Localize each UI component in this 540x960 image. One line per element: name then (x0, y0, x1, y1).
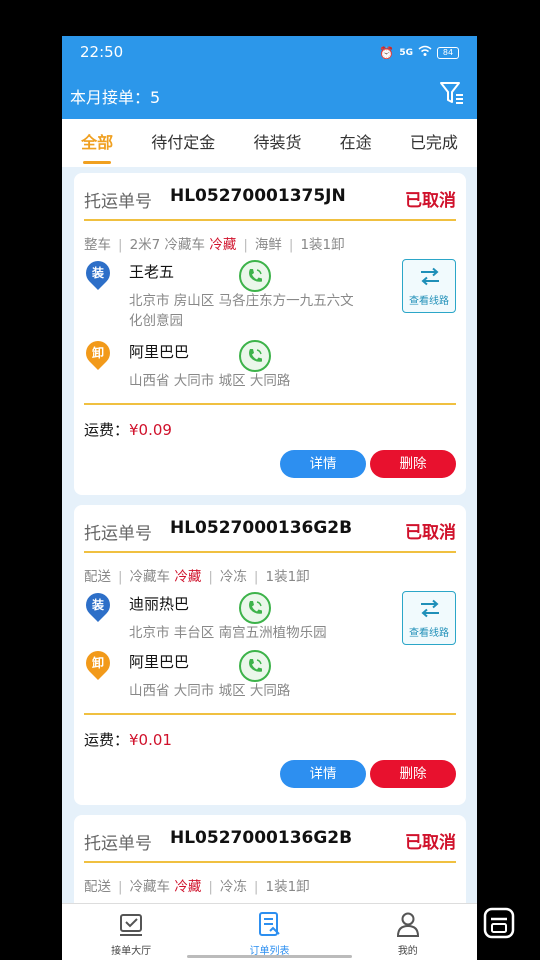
tab-pending-deposit[interactable]: 待付定金 (151, 129, 215, 157)
nav-item-order-list[interactable]: 订单列表 (200, 904, 338, 960)
nav-label: 接单大厅 (111, 946, 152, 957)
order-card[interactable]: 托运单号 HL0527000136G2B 已取消 配送 | 冷藏车 冷藏 | 冷冻 | 1装… (74, 505, 466, 805)
order-status: 已取消 (405, 191, 456, 211)
tab-pending-loading[interactable]: 待装货 (253, 129, 301, 157)
load-badge-icon: 装 (81, 588, 115, 622)
unloader-name: 阿里巴巴 (129, 343, 190, 361)
loader-name: 王老五 (129, 263, 175, 281)
tag-type: 配送 (84, 879, 111, 895)
order-number: HL0527000136G2B (170, 518, 353, 538)
freight-info: 运费：¥0.01 (84, 731, 172, 749)
call-unloader-phone-icon[interactable] (239, 340, 271, 372)
order-list[interactable]: 托运单号 HL05270001375JN 已取消 整车 | 2米7 冷藏车 冷藏 | 海… (62, 167, 477, 903)
order-status: 已取消 (405, 833, 456, 853)
home-indicator (187, 955, 352, 958)
load-badge-icon: 装 (81, 256, 115, 290)
tag-goods: 海鲜 (254, 237, 282, 253)
card-header: 托运单号 HL0527000136G2B 已取消 (84, 515, 456, 553)
view-route-label: 查看线路 (409, 628, 449, 639)
unloader-address: 山西省 大同市 城区 大同路 (129, 373, 291, 389)
order-number: HL05270001375JN (170, 186, 346, 206)
freight-info: 运费：¥0.09 (84, 421, 172, 439)
profile-icon (396, 912, 419, 937)
nav-item-profile[interactable]: 我的 (339, 904, 477, 960)
app-screen: 22:50 ⏰ 5G 84 本月接单：5 全部 待付定金 待装货 在途 已完成 … (62, 36, 477, 960)
tag-vehicle: 冷藏车 (129, 569, 171, 585)
tag-temperature: 冷藏 (174, 879, 202, 895)
tag-type: 配送 (84, 569, 111, 585)
tag-stops: 1装1卸 (300, 237, 345, 253)
delete-button[interactable]: 删除 (370, 760, 456, 788)
unload-badge-icon: 卸 (81, 336, 115, 370)
wifi-icon (418, 45, 432, 60)
tag-goods: 冷冻 (219, 569, 247, 585)
order-number: HL0527000136G2B (170, 828, 353, 848)
tab-in-transit[interactable]: 在途 (340, 129, 372, 157)
nav-label: 我的 (397, 946, 418, 957)
unloader-name: 阿里巴巴 (129, 653, 190, 671)
floating-window-icon[interactable] (482, 906, 516, 940)
call-loader-phone-icon[interactable] (239, 260, 271, 292)
tag-temperature: 冷藏 (174, 569, 202, 585)
order-tags: 配送 | 冷藏车 冷藏 | 冷冻 | 1装1卸 (84, 569, 310, 585)
card-header: 托运单号 HL0527000136G2B 已取消 (84, 825, 456, 863)
freight-amount: ¥0.09 (129, 421, 172, 439)
unloader-address: 山西省 大同市 城区 大同路 (129, 683, 291, 699)
status-bar: 22:50 ⏰ 5G 84 (62, 36, 477, 68)
loader-address: 北京市 房山区 马各庄东方一九五六文 化创意园 (129, 293, 354, 329)
top-bar: 22:50 ⏰ 5G 84 本月接单：5 (62, 36, 477, 119)
order-card[interactable]: 托运单号 HL05270001375JN 已取消 整车 | 2米7 冷藏车 冷藏 | 海… (74, 173, 466, 495)
status-icons: ⏰ 5G 84 (379, 45, 459, 60)
order-no-label: 托运单号 (84, 192, 152, 212)
order-no-label: 托运单号 (84, 524, 152, 544)
view-route-button[interactable]: 查看线路 (402, 259, 456, 313)
card-header: 托运单号 HL05270001375JN 已取消 (84, 183, 456, 221)
order-tags: 整车 | 2米7 冷藏车 冷藏 | 海鲜 | 1装1卸 (84, 237, 345, 253)
card-divider (84, 403, 456, 405)
detail-button[interactable]: 详情 (280, 450, 366, 478)
order-list-icon (259, 912, 281, 936)
order-no-label: 托运单号 (84, 834, 152, 854)
tag-stops: 1装1卸 (265, 879, 310, 895)
hall-icon (120, 914, 143, 936)
tag-stops: 1装1卸 (265, 569, 310, 585)
tag-type: 整车 (84, 237, 111, 253)
bottom-nav: 接单大厅 订单列表 我的 (62, 903, 477, 960)
call-unloader-phone-icon[interactable] (239, 650, 271, 682)
call-loader-phone-icon[interactable] (239, 592, 271, 624)
order-tabs: 全部 待付定金 待装货 在途 已完成 (62, 119, 477, 167)
tab-completed[interactable]: 已完成 (410, 129, 458, 157)
order-card[interactable]: 托运单号 HL0527000136G2B 已取消 配送 | 冷藏车 冷藏 | 冷冻 | 1装… (74, 815, 466, 903)
card-divider (84, 713, 456, 715)
loader-name: 迪丽热巴 (129, 595, 190, 613)
order-status: 已取消 (405, 523, 456, 543)
network-icon: 5G (399, 47, 413, 58)
battery-icon: 84 (437, 46, 459, 59)
view-route-label: 查看线路 (409, 296, 449, 307)
tag-goods: 冷冻 (219, 879, 247, 895)
tab-all[interactable]: 全部 (81, 129, 113, 164)
unload-badge-icon: 卸 (81, 646, 115, 680)
delete-button[interactable]: 删除 (370, 450, 456, 478)
filter-icon[interactable] (439, 80, 465, 106)
tag-vehicle: 冷藏车 (129, 879, 171, 895)
month-orders-count: 本月接单：5 (70, 88, 161, 107)
nav-item-order-hall[interactable]: 接单大厅 (62, 904, 200, 960)
tag-temperature: 冷藏 (209, 237, 237, 253)
detail-button[interactable]: 详情 (280, 760, 366, 788)
loader-address: 北京市 丰台区 南宫五洲植物乐园 (129, 625, 327, 641)
status-time: 22:50 (80, 43, 124, 61)
freight-amount: ¥0.01 (129, 731, 172, 749)
order-tags: 配送 | 冷藏车 冷藏 | 冷冻 | 1装1卸 (84, 879, 310, 895)
alarm-icon: ⏰ (379, 45, 395, 60)
view-route-button[interactable]: 查看线路 (402, 591, 456, 645)
tag-vehicle: 2米7 冷藏车 (129, 237, 206, 253)
